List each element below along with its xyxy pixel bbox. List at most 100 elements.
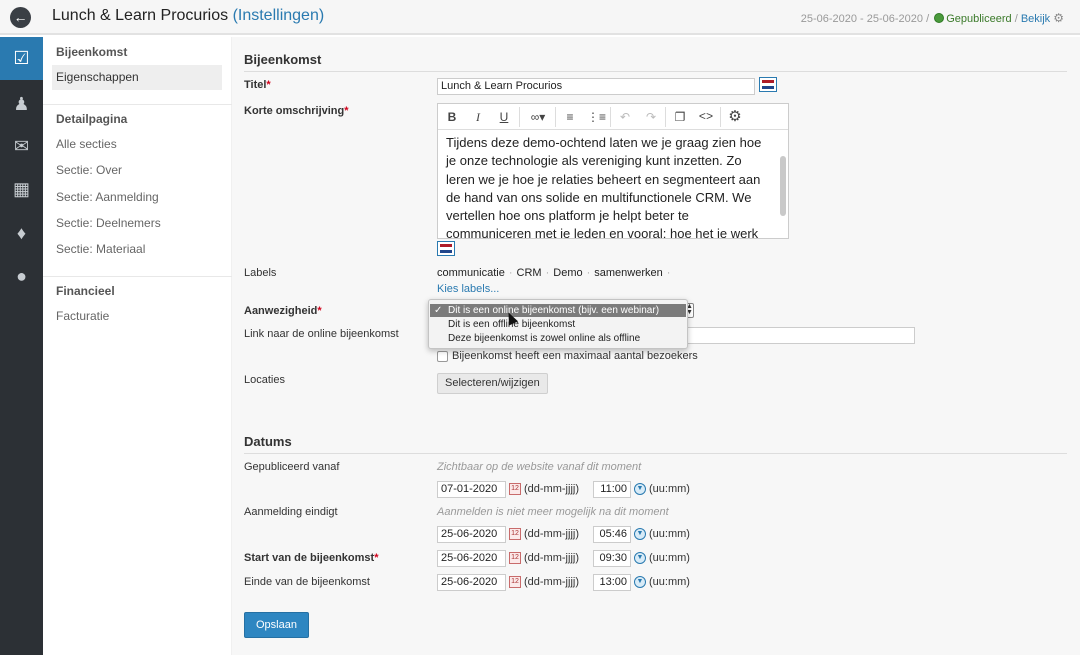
save-button[interactable]: Opslaan [244,612,309,638]
separator: / [926,13,930,25]
published-status-icon [934,13,945,23]
required-marker: * [266,79,271,91]
numbered-list-icon[interactable]: ⋮≡ [587,108,606,126]
checkbox-icon[interactable]: ☑ [0,37,43,80]
italic-icon[interactable]: I [469,108,487,126]
piggy-bank-icon[interactable]: ● [0,255,43,298]
bullet-list-icon[interactable]: ≡ [561,108,579,126]
undo-icon[interactable]: ↶ [616,108,634,126]
date-format-hint: (dd-mm-jjjj) [524,552,579,564]
registration-ends-label: Aanmelding eindigt [244,506,338,518]
divider [555,107,556,127]
time-format-hint: (uu:mm) [649,552,690,564]
required-marker: * [374,552,379,564]
flag-nl-icon[interactable] [759,77,777,92]
view-link[interactable]: Bekijk [1021,13,1050,25]
section-title-bijeenkomst: Bijeenkomst [244,52,322,67]
status-badge: Gepubliceerd [946,13,1012,25]
chat-icon[interactable]: ✉ [0,125,43,168]
header-meta: 25-06-2020 - 25-06-2020 / Gepubliceerd /… [801,11,1064,25]
calendar-icon[interactable]: 12 [509,552,521,564]
submenu-item-eigenschappen[interactable]: Eigenschappen [52,65,222,90]
registration-ends-time-input[interactable]: 05:46 [593,526,631,543]
redo-icon[interactable]: ↷ [642,108,660,126]
divider [43,276,232,277]
tag-separator: · [508,267,513,279]
gear-icon[interactable]: ⚙ [1053,11,1064,25]
bold-icon[interactable]: B [443,108,461,126]
attendance-option[interactable]: Dit is een offline bijeenkomst [430,318,686,331]
select-locations-button[interactable]: Selecteren/wijzigen [437,373,548,394]
event-start-label: Start van de bijeenkomst* [244,552,379,564]
event-end-date-input[interactable]: 25-06-2020 [437,574,506,591]
title-label-text: Titel [244,79,267,91]
online-link-label: Link naar de online bijeenkomst [244,328,399,340]
published-from-date-input[interactable]: 07-01-2020 [437,481,506,498]
table-icon[interactable]: ▦ [0,168,43,211]
editor-toolbar: B I U ∞▾ ≡ ⋮≡ ↶ ↷ ❐ <> ⚙ [438,104,788,130]
published-from-label: Gepubliceerd vanaf [244,461,340,473]
underline-icon[interactable]: U [495,108,513,126]
paste-icon[interactable]: ❐ [671,108,689,126]
link-icon[interactable]: ∞▾ [525,108,551,126]
submenu-item-alle-secties[interactable]: Alle secties [52,132,222,157]
settings-submenu: Bijeenkomst Eigenschappen Detailpagina A… [43,37,232,655]
page-title-text: Lunch & Learn Procurios [52,7,229,24]
tag-separator: · [586,267,591,279]
rich-text-editor[interactable]: B I U ∞▾ ≡ ⋮≡ ↶ ↷ ❐ <> ⚙ Tijdens deze de… [437,103,789,239]
published-from-time-input[interactable]: 11:00 [593,481,631,498]
checkmark-icon: ✓ [434,305,443,316]
event-start-date-input[interactable]: 25-06-2020 [437,550,506,567]
required-marker: * [317,305,322,317]
attendance-option[interactable]: Deze bijeenkomst is zowel online als off… [430,332,686,345]
chevron-down-icon[interactable]: ▼ [634,552,646,564]
locations-label: Locaties [244,374,285,386]
attendance-option[interactable]: ✓ Dit is een online bijeenkomst (bijv. ee… [430,304,686,317]
submenu-item-sectie-deelnemers[interactable]: Sectie: Deelnemers [52,211,222,236]
flag-nl-icon[interactable] [437,241,455,256]
date-format-hint: (dd-mm-jjjj) [524,483,579,495]
attendance-label-text: Aanwezigheid [244,305,318,317]
submenu-section-title: Financieel [56,284,115,298]
chevron-down-icon[interactable]: ▼ [634,528,646,540]
code-icon[interactable]: <> [697,108,715,126]
registration-ends-date-input[interactable]: 25-06-2020 [437,526,506,543]
label-tags: communicatie · CRM · Demo · samenwerken · [437,267,674,279]
event-end-label: Einde van de bijeenkomst [244,576,370,588]
max-visitors-checkbox[interactable] [437,351,448,362]
event-start-time-input[interactable]: 09:30 [593,550,631,567]
editor-content[interactable]: Tijdens deze demo-ochtend laten we je gr… [438,131,776,238]
title-label: Titel* [244,79,271,91]
description-label: Korte omschrijving* [244,105,349,117]
tag-separator: · [666,267,671,279]
divider [519,107,520,127]
date-range: 25-06-2020 - 25-06-2020 [800,13,924,25]
ticket-icon[interactable]: ♦ [0,212,43,255]
attendance-dropdown[interactable]: ✓ Dit is een online bijeenkomst (bijv. ee… [428,299,688,349]
divider [720,107,721,127]
people-icon[interactable]: ♟ [0,83,43,126]
event-start-label-text: Start van de bijeenkomst [244,552,375,564]
time-format-hint: (uu:mm) [649,528,690,540]
arrow-left-icon[interactable]: ← [10,7,31,28]
submenu-item-sectie-aanmelding[interactable]: Sectie: Aanmelding [52,185,222,210]
submenu-item-sectie-materiaal[interactable]: Sectie: Materiaal [52,237,222,262]
date-format-hint: (dd-mm-jjjj) [524,576,579,588]
editor-scrollbar[interactable] [780,156,786,216]
calendar-icon[interactable]: 12 [509,483,521,495]
submenu-item-sectie-over[interactable]: Sectie: Over [52,158,222,183]
choose-labels-link[interactable]: Kies labels... [437,283,499,295]
title-input[interactable]: Lunch & Learn Procurios [437,78,755,95]
tag-separator: · [545,267,550,279]
top-header: ← Lunch & Learn Procurios (Instellingen)… [0,0,1080,35]
chevron-down-icon[interactable]: ▼ [634,576,646,588]
calendar-icon[interactable]: 12 [509,528,521,540]
labels-label: Labels [244,267,277,279]
event-end-time-input[interactable]: 13:00 [593,574,631,591]
chevron-down-icon[interactable]: ▼ [634,483,646,495]
page-subtitle: (Instellingen) [232,7,325,24]
gear-icon[interactable]: ⚙ [726,108,744,126]
submenu-item-facturatie[interactable]: Facturatie [52,304,222,329]
calendar-icon[interactable]: 12 [509,576,521,588]
time-format-hint: (uu:mm) [649,576,690,588]
